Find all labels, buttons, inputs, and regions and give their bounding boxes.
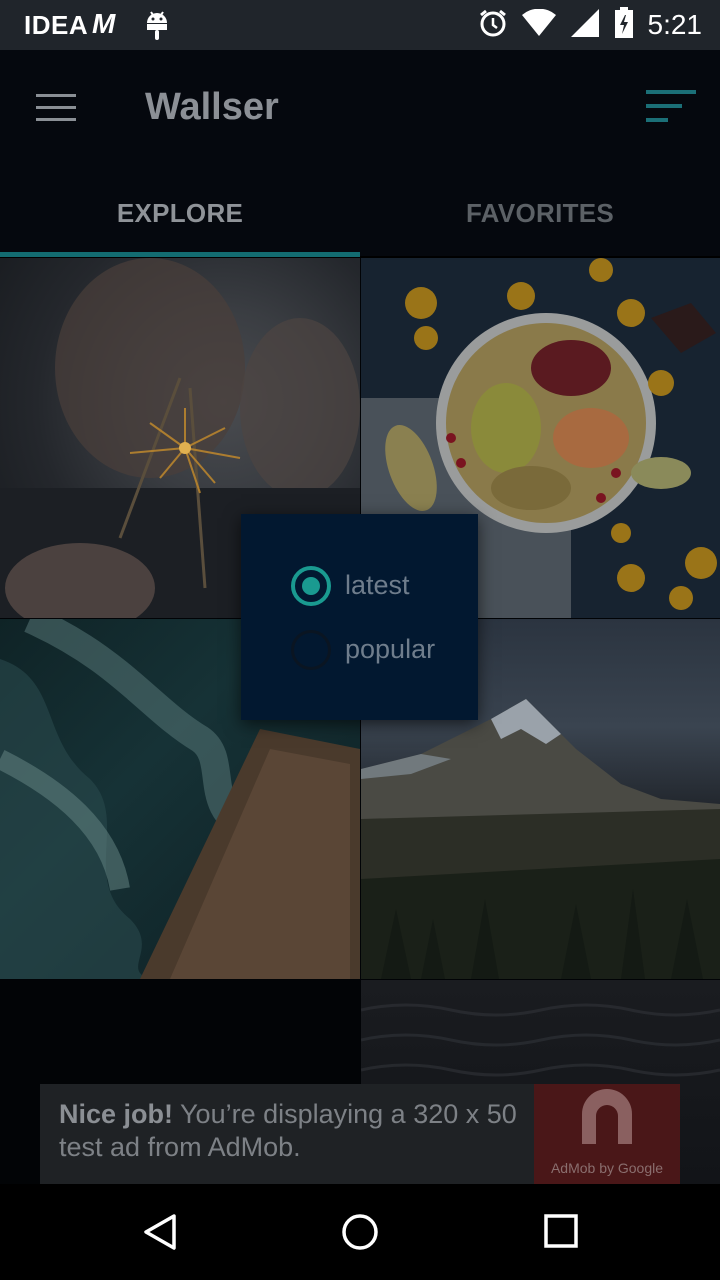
admob-logo: AdMob by Google bbox=[534, 1084, 680, 1184]
sort-icon[interactable] bbox=[646, 88, 696, 124]
ad-banner[interactable]: Nice job! You’re displaying a 320 x 50 t… bbox=[40, 1084, 680, 1184]
tab-favorites[interactable]: FAVORITES bbox=[360, 170, 720, 256]
ad-logo-caption: AdMob by Google bbox=[550, 1160, 664, 1176]
ad-headline: Nice job! bbox=[59, 1099, 174, 1129]
wallpaper-grid bbox=[0, 258, 720, 1184]
tab-indicator bbox=[0, 252, 360, 257]
wifi-icon bbox=[521, 8, 556, 42]
home-icon[interactable] bbox=[340, 1212, 380, 1252]
navigation-bar bbox=[0, 1184, 720, 1280]
signal-icon bbox=[570, 8, 600, 43]
ad-text: Nice job! You’re displaying a 320 x 50 t… bbox=[59, 1098, 534, 1164]
sort-option-latest[interactable]: latest bbox=[291, 564, 471, 608]
network-logo: M bbox=[92, 8, 116, 39]
option-label-popular: popular bbox=[345, 634, 436, 664]
carrier-name: IDEA bbox=[24, 10, 89, 40]
hamburger-menu-icon[interactable] bbox=[36, 94, 76, 122]
app-bar: Wallser EXPLORE FAVORITES bbox=[0, 50, 720, 256]
status-bar: IDEA M 5:21 bbox=[0, 0, 720, 50]
sort-option-popular[interactable]: popular bbox=[291, 628, 471, 672]
sort-dialog: latest popular bbox=[241, 514, 478, 720]
recents-icon[interactable] bbox=[542, 1212, 582, 1252]
radio-unselected-icon[interactable] bbox=[291, 630, 331, 670]
alarm-icon bbox=[478, 8, 508, 43]
battery-icon bbox=[614, 6, 634, 44]
clock: 5:21 bbox=[647, 9, 703, 40]
app-title: Wallser bbox=[145, 86, 279, 128]
android-icon bbox=[144, 9, 170, 46]
option-label-latest: latest bbox=[345, 570, 410, 600]
back-icon[interactable] bbox=[140, 1212, 180, 1252]
tab-bar: EXPLORE FAVORITES bbox=[0, 170, 720, 256]
tab-explore[interactable]: EXPLORE bbox=[0, 170, 360, 256]
radio-selected-icon[interactable] bbox=[291, 566, 331, 606]
